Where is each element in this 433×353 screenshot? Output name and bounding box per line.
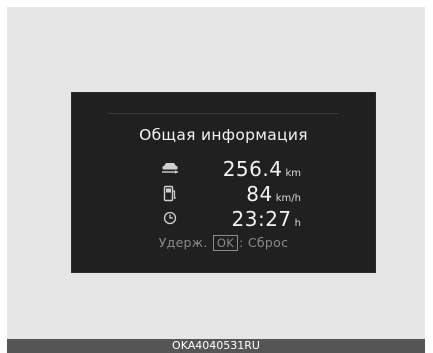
display-title: Общая информация [139,126,308,144]
hint-prefix: Удерж. [158,235,208,250]
ok-button[interactable]: OK [212,235,239,251]
clock-icon [161,209,179,227]
speed-value: 84 [246,182,273,206]
distance-unit: km [285,168,301,179]
time-value: 23:27 [231,207,292,231]
reset-hint: Удерж. OK: Сброс [71,235,376,251]
distance-row: 256.4 km [71,157,376,181]
cluster-display: Общая информация 256.4 km 84 km/h 23:27 … [71,92,376,273]
hint-suffix: : Сброс [239,235,289,250]
distance-value: 256.4 [222,157,283,181]
fuel-icon [161,184,179,202]
image-code: OKA4040531RU [7,339,425,353]
time-row: 23:27 h [71,207,376,231]
speed-unit: km/h [275,193,301,204]
divider [108,113,339,114]
time-unit: h [294,218,301,229]
car-distance-icon [161,159,179,177]
manual-illustration: Общая информация 256.4 km 84 km/h 23:27 … [7,7,425,339]
speed-row: 84 km/h [71,182,376,206]
